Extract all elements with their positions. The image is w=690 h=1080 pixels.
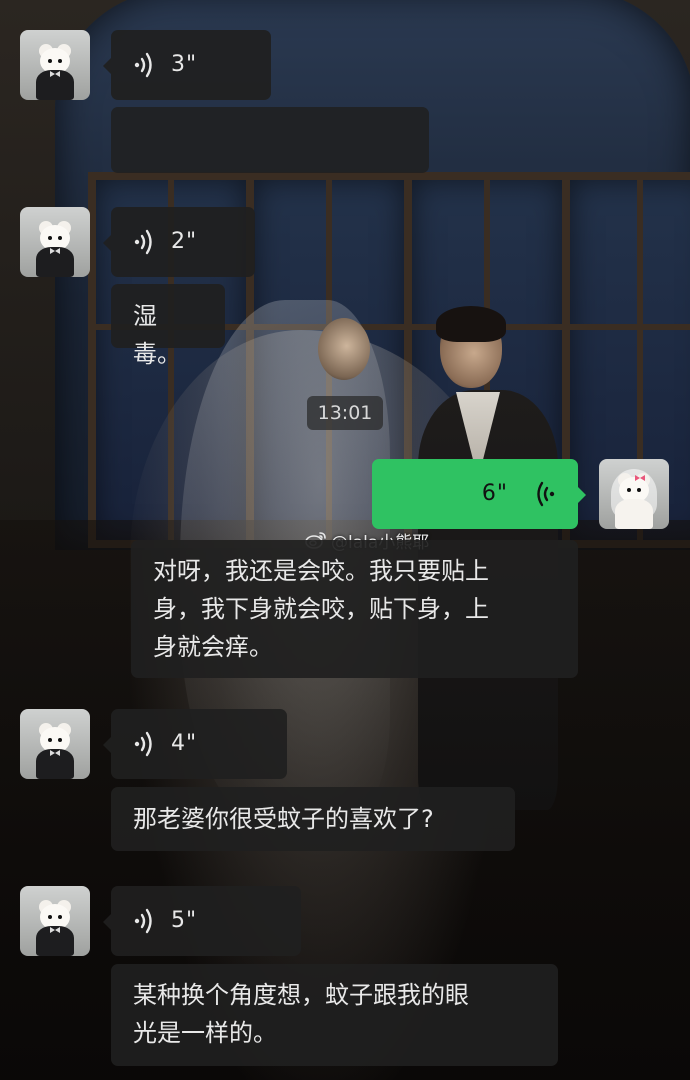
contact-avatar[interactable] [20,886,90,956]
text-message-bubble[interactable]: 那老婆你很受蚊子的喜欢了? [111,787,515,851]
message-text-line: 身，我下身就会咬，贴下身，上 [153,595,489,623]
text-message-bubble[interactable]: 某种换个角度想，蚊子跟我的眼 光是一样的。 [111,964,558,1066]
text-message-bubble[interactable]: 对呀，我还是会咬。我只要贴上 身，我下身就会咬，贴下身，上 身就会痒。 [131,540,578,678]
voice-duration: 2" [171,229,198,254]
voice-message-bubble[interactable]: 2" [103,207,255,277]
message-text: 湿毒。 [133,302,181,368]
message-text-line: 某种换个角度想，蚊子跟我的眼 [133,981,469,1009]
voice-wave-icon [537,481,555,507]
voice-wave-icon [134,908,152,934]
voice-duration: 5" [171,908,198,933]
contact-avatar[interactable] [20,30,90,100]
contact-avatar[interactable] [20,207,90,277]
voice-duration: 6" [481,481,508,506]
text-message-bubble[interactable]: 湿毒。 [111,284,225,368]
voice-message-bubble-outgoing[interactable]: 6" [372,459,586,529]
contact-avatar[interactable] [20,709,90,779]
message-text-line: 对呀，我还是会咬。我只要贴上 [153,557,489,585]
voice-wave-icon [134,731,152,757]
voice-duration: 3" [171,52,198,77]
background-groom-hair [436,306,506,342]
voice-wave-icon [134,52,152,78]
chat-timestamp: 13:01 [307,396,383,430]
voice-message-bubble[interactable]: 4" [103,709,287,779]
voice-message-bubble[interactable]: 5" [103,886,301,956]
voice-duration: 4" [171,731,198,756]
background-bride-head [318,318,370,380]
message-text-line: 光是一样的。 [133,1019,277,1047]
voice-message-bubble[interactable]: 3" [103,30,271,100]
text-message-bubble[interactable] [111,107,429,173]
message-text-line: 身就会痒。 [153,633,273,661]
voice-wave-icon [134,229,152,255]
message-text: 那老婆你很受蚊子的喜欢了? [133,805,434,833]
my-avatar[interactable] [599,459,669,529]
